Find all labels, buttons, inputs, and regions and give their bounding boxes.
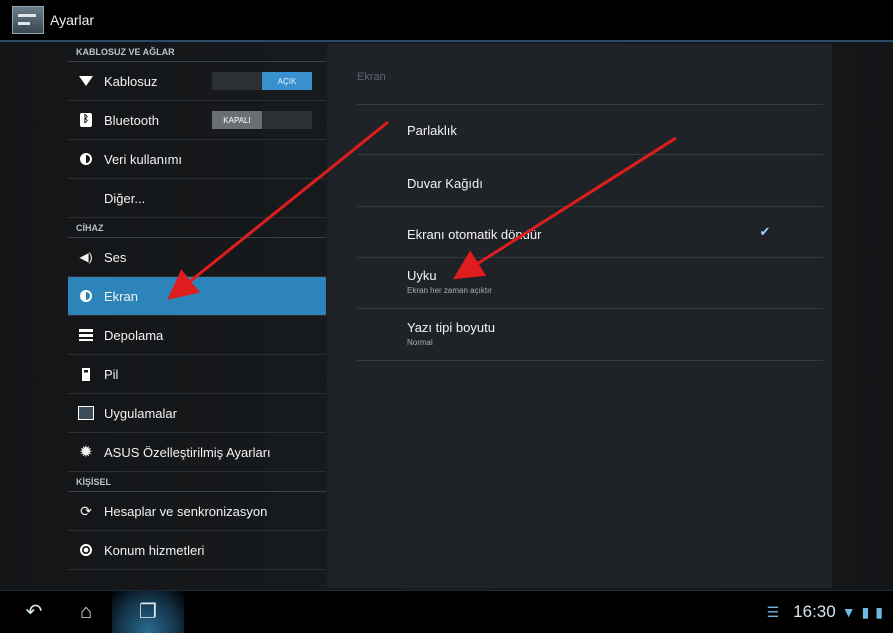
gear-icon: ✹ (79, 444, 93, 461)
bluetooth-toggle[interactable]: KAPALI (212, 111, 312, 129)
action-bar: Ayarlar (0, 0, 893, 42)
brightness-pref-label: Parlaklık (407, 123, 457, 138)
sync-icon: ⟳ (80, 502, 92, 519)
more-label: Diğer... (104, 190, 146, 206)
display-label: Ekran (104, 288, 138, 304)
list-item-sound[interactable]: ◀) Ses (68, 238, 326, 277)
list-item-asus[interactable]: ✹ ASUS Özelleştirilmiş Ayarları (68, 433, 326, 472)
notification-icon: ☰ (766, 603, 780, 620)
bluetooth-icon: ᛒ (80, 113, 92, 127)
section-header-personal: KİŞİSEL (68, 472, 326, 492)
wifi-icon (79, 76, 93, 86)
font-size-pref-label: Yazı tipi boyutu (407, 320, 495, 335)
apps-icon (78, 406, 94, 420)
wallpaper-pref-label: Duvar Kağıdı (407, 176, 483, 191)
list-item-accounts[interactable]: ⟳ Hesaplar ve senkronizasyon (68, 492, 326, 531)
divider (357, 257, 823, 258)
font-size-pref-summary: Normal (407, 338, 433, 347)
wifi-toggle[interactable]: AÇIK (212, 72, 312, 90)
wifi-toggle-on: AÇIK (262, 72, 312, 90)
sleep-pref-label: Uyku (407, 268, 437, 283)
settings-app-icon[interactable] (12, 6, 44, 34)
pref-font-size[interactable]: Yazı tipi boyutu Normal (407, 320, 495, 347)
list-item-location[interactable]: Konum hizmetleri (68, 531, 326, 570)
signal-icon: ▮ (861, 603, 870, 620)
location-icon (80, 544, 92, 556)
list-item-data-usage[interactable]: Veri kullanımı (68, 140, 326, 179)
autorotate-checkbox[interactable]: ✔ (759, 225, 771, 238)
back-icon[interactable]: ↶ (14, 599, 54, 625)
location-label: Konum hizmetleri (104, 542, 205, 558)
recent-apps-icon[interactable]: ❐ (128, 599, 168, 625)
pref-autorotate[interactable]: Ekranı otomatik döndür (407, 227, 541, 242)
pref-wallpaper[interactable]: Duvar Kağıdı (407, 176, 483, 191)
display-settings-panel: Ekran Parlaklık Duvar Kağıdı Ekranı otom… (327, 44, 832, 588)
panel-title: Ekran (357, 71, 386, 83)
divider (357, 206, 823, 207)
app-title: Ayarlar (50, 12, 95, 28)
wifi-label: Kablosuz (104, 73, 158, 89)
list-item-wifi[interactable]: Kablosuz AÇIK (68, 62, 326, 101)
speaker-icon: ◀) (79, 250, 93, 264)
divider (357, 360, 823, 361)
autorotate-pref-label: Ekranı otomatik döndür (407, 227, 542, 242)
divider (357, 154, 823, 155)
apps-label: Uygulamalar (104, 405, 177, 421)
list-item-apps[interactable]: Uygulamalar (68, 394, 326, 433)
brightness-icon (80, 290, 92, 302)
list-item-storage[interactable]: Depolama (68, 316, 326, 355)
storage-label: Depolama (104, 327, 164, 343)
status-area[interactable]: ☰ 16:30 ▼ ▮ ▮ (767, 599, 883, 625)
divider (357, 308, 823, 309)
data-usage-icon (80, 153, 92, 165)
section-header-device: CİHAZ (68, 218, 326, 238)
list-item-display[interactable]: Ekran (68, 277, 326, 316)
storage-icon (79, 329, 93, 341)
wifi-signal-icon: ▼ (841, 604, 856, 620)
system-nav-bar: ↶ ⌂ ❐ ☰ 16:30 ▼ ▮ ▮ (0, 590, 893, 633)
bluetooth-toggle-off: KAPALI (212, 111, 262, 129)
list-item-more[interactable]: Diğer... (68, 179, 326, 218)
divider (357, 104, 823, 105)
sleep-pref-summary: Ekran her zaman açıktır (407, 286, 492, 295)
pref-sleep[interactable]: Uyku Ekran her zaman açıktır (407, 268, 492, 295)
battery-label: Pil (104, 366, 119, 382)
clock: 16:30 (793, 602, 836, 621)
sound-label: Ses (104, 249, 127, 265)
pref-brightness[interactable]: Parlaklık (407, 123, 457, 138)
bluetooth-label: Bluetooth (104, 112, 159, 128)
battery-status-icon: ▮ (875, 603, 883, 620)
list-item-bluetooth[interactable]: ᛒ Bluetooth KAPALI (68, 101, 326, 140)
accounts-label: Hesaplar ve senkronizasyon (104, 503, 268, 519)
battery-icon (82, 367, 90, 381)
data-usage-label: Veri kullanımı (104, 151, 183, 167)
asus-label: ASUS Özelleştirilmiş Ayarları (104, 444, 271, 460)
home-icon[interactable]: ⌂ (66, 599, 106, 625)
list-item-battery[interactable]: Pil (68, 355, 326, 394)
section-header-wireless: KABLOSUZ VE AĞLAR (68, 42, 326, 62)
settings-list: KABLOSUZ VE AĞLAR Kablosuz AÇIK ᛒ Blueto… (68, 42, 326, 590)
